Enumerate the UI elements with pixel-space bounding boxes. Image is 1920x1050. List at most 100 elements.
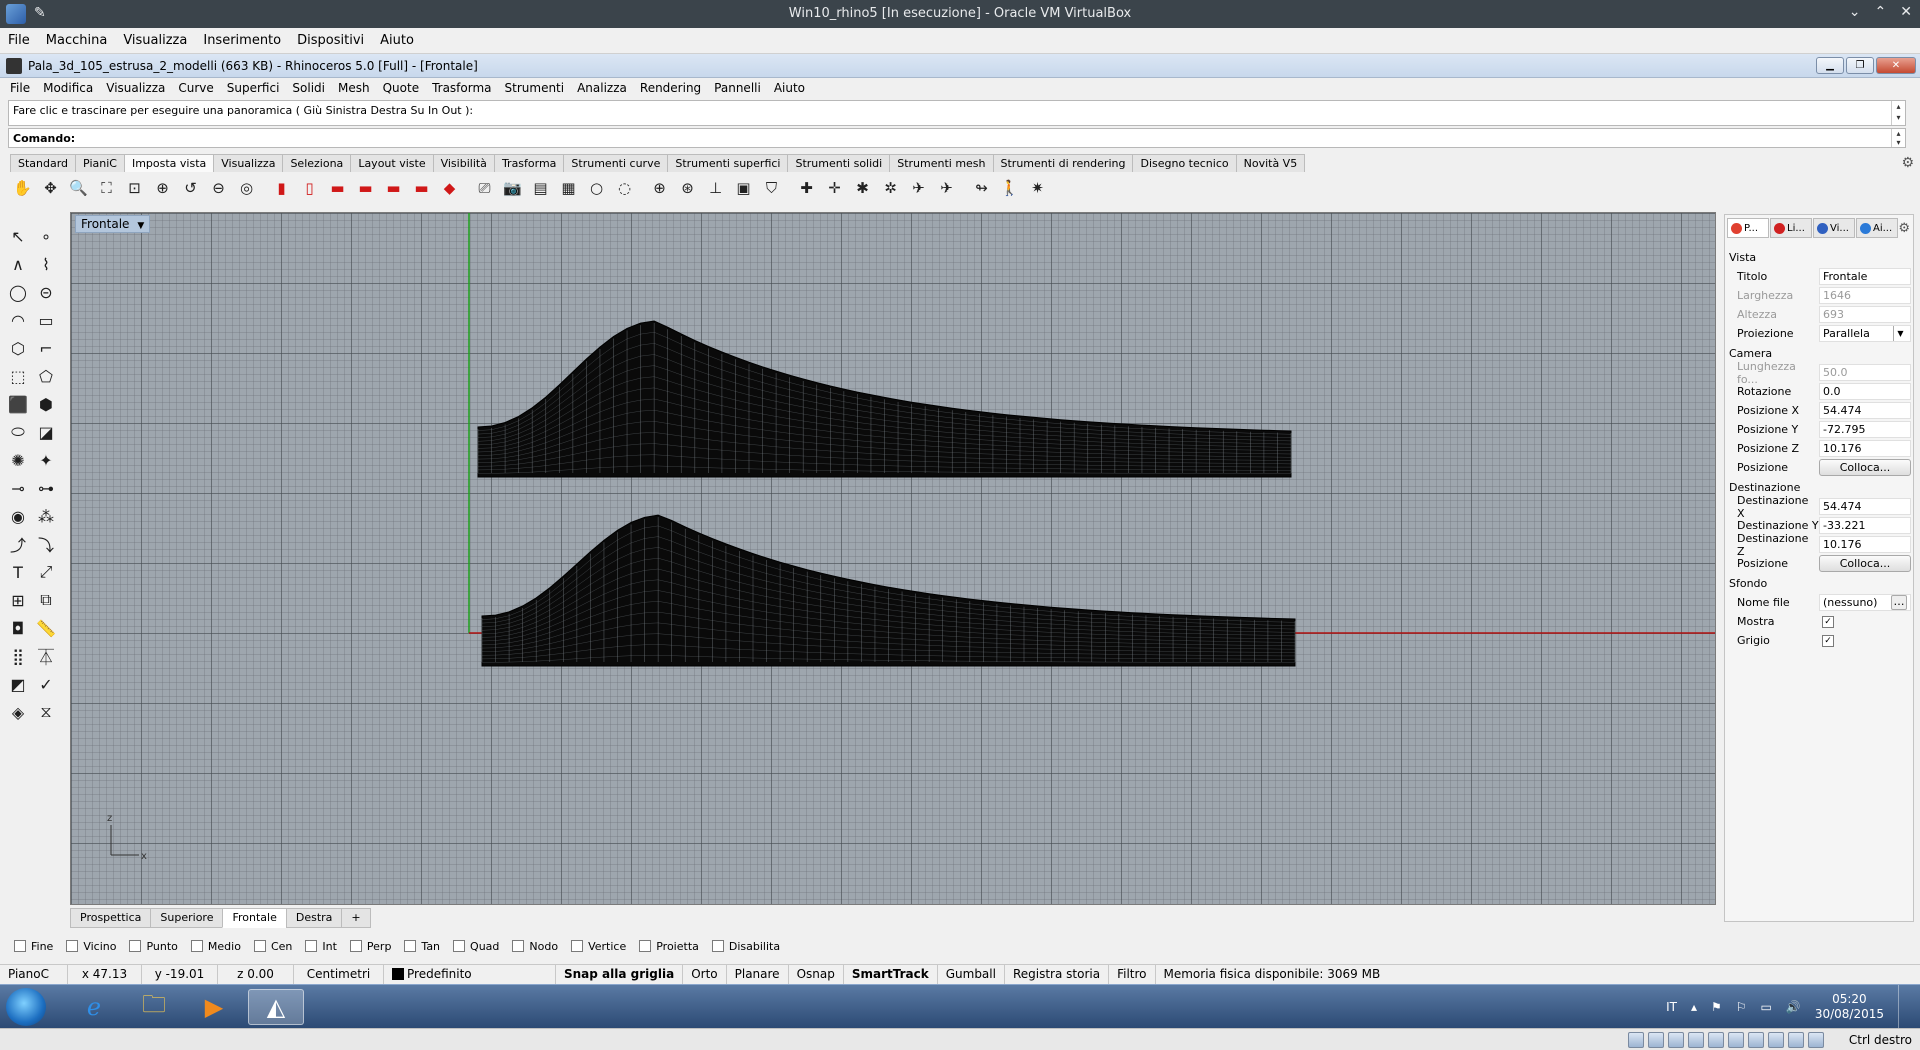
osnap-int[interactable]: Int: [305, 940, 337, 953]
osnap-checkbox-nodo[interactable]: [512, 940, 525, 952]
language-indicator[interactable]: IT: [1666, 1000, 1677, 1014]
status-toggle-smarttrack[interactable]: SmartTrack: [844, 965, 938, 985]
tab-strumenti-curve[interactable]: Strumenti curve: [563, 154, 669, 172]
command-input[interactable]: Comando: ▴ ▾: [8, 128, 1906, 148]
view-left-icon[interactable]: ▬: [325, 176, 350, 201]
solid-tools-icon[interactable]: ◘: [4, 614, 32, 642]
viewport-tab-frontale[interactable]: Frontale: [222, 908, 287, 928]
array-icon[interactable]: ⊞: [4, 586, 32, 614]
surface-edit-icon[interactable]: ◪: [32, 418, 60, 446]
viewport-menu-arrow-icon[interactable]: ▼: [137, 221, 144, 231]
prop-button-posizione[interactable]: Colloca...: [1819, 459, 1911, 476]
prop-value-posizione-z[interactable]: 10.176: [1819, 440, 1911, 457]
rhino-menu-rendering[interactable]: Rendering: [640, 81, 701, 95]
volume-icon[interactable]: 🔊: [1786, 1000, 1801, 1014]
rhino-menu-pannelli[interactable]: Pannelli: [714, 81, 761, 95]
prop-combo-proiezione[interactable]: Parallela ▼: [1819, 325, 1911, 342]
show-desktop-button[interactable]: [1898, 985, 1910, 1029]
rhino-menu-curve[interactable]: Curve: [178, 81, 213, 95]
help-tab[interactable]: Ai...: [1856, 218, 1898, 238]
prop-value-rotazione[interactable]: 0.0: [1819, 383, 1911, 400]
media-player-icon[interactable]: ▶: [186, 989, 242, 1025]
analyze-icon[interactable]: ◩: [4, 670, 32, 698]
cplane-rotate-icon[interactable]: ✱: [850, 176, 875, 201]
edit-points-icon[interactable]: ⤵: [32, 530, 60, 558]
checkbox-grigio[interactable]: ✓: [1822, 634, 1834, 647]
vb-shared-folder-icon[interactable]: [1728, 1032, 1744, 1048]
explode-icon[interactable]: ✦: [32, 446, 60, 474]
dimension-icon[interactable]: ⤢: [32, 558, 60, 586]
view-perspective-icon[interactable]: ◆: [437, 176, 462, 201]
vb-audio-icon[interactable]: [1668, 1032, 1684, 1048]
target-icon[interactable]: ⊕: [647, 176, 672, 201]
curve-control-points-icon[interactable]: ⌇: [32, 250, 60, 278]
vb-cpu-icon[interactable]: [1788, 1032, 1804, 1048]
osnap-perp[interactable]: Perp: [349, 940, 391, 953]
zoom-selected-icon[interactable]: ⊕: [150, 176, 175, 201]
properties-tab[interactable]: P...: [1727, 218, 1769, 238]
display-icon[interactable]: ▭: [1761, 1000, 1772, 1014]
osnap-checkbox-cen[interactable]: [253, 940, 266, 952]
rhino-menu-file[interactable]: File: [10, 81, 30, 95]
view-back-icon[interactable]: ▬: [409, 176, 434, 201]
view-bottom-icon[interactable]: ▯: [297, 176, 322, 201]
split-icon[interactable]: ⊶: [32, 474, 60, 502]
viewport-title[interactable]: Frontale ▼: [75, 215, 151, 233]
rhino-taskbar-icon[interactable]: ◭: [248, 989, 304, 1025]
vb-menu-aiuto[interactable]: Aiuto: [380, 33, 414, 48]
vb-optical-icon[interactable]: [1648, 1032, 1664, 1048]
osnap-medio[interactable]: Medio: [190, 940, 241, 953]
rhino-minimize-button[interactable]: ▁: [1816, 57, 1844, 74]
tab-strumenti-solidi[interactable]: Strumenti solidi: [787, 154, 891, 172]
tab-standard[interactable]: Standard: [10, 154, 77, 172]
polyline-icon[interactable]: ∧: [4, 250, 32, 278]
osnap-nodo[interactable]: Nodo: [512, 940, 558, 953]
tab-visualizza[interactable]: Visualizza: [213, 154, 284, 172]
status-units[interactable]: Centimetri: [294, 965, 384, 985]
tab-strumenti-di-rendering[interactable]: Strumenti di rendering: [992, 154, 1134, 172]
tab-imposta-vista[interactable]: Imposta vista: [123, 154, 215, 172]
osnap-proietta[interactable]: Proietta: [639, 940, 699, 953]
view-right-icon[interactable]: ▬: [353, 176, 378, 201]
osnap-checkbox-medio[interactable]: [190, 940, 203, 952]
vb-menu-visualizza[interactable]: Visualizza: [123, 33, 187, 48]
osnap-vicino[interactable]: Vicino: [66, 940, 116, 953]
osnap-checkbox-vertice[interactable]: [571, 940, 584, 952]
named-view-icon[interactable]: ▤: [528, 176, 553, 201]
prop-value-posizione-y[interactable]: -72.795: [1819, 421, 1911, 438]
status-toggle-gumball[interactable]: Gumball: [938, 965, 1005, 985]
fillet-curve-icon[interactable]: ⌐: [32, 334, 60, 362]
tray-expand-icon[interactable]: ▴: [1691, 1000, 1697, 1014]
command-history-scrollbar[interactable]: ▴ ▾: [1891, 101, 1905, 125]
vb-menu-file[interactable]: File: [8, 33, 30, 48]
rhino-menu-quote[interactable]: Quote: [383, 81, 419, 95]
check-icon[interactable]: ✓: [32, 670, 60, 698]
prop-value-titolo[interactable]: Frontale: [1819, 268, 1911, 285]
osnap-fine[interactable]: Fine: [14, 940, 53, 953]
file-explorer-icon[interactable]: 🗀: [126, 989, 182, 1025]
action-center-icon[interactable]: ⚐: [1736, 1000, 1747, 1014]
zoom-dynamic-icon[interactable]: 🔍: [66, 176, 91, 201]
rhino-menu-aiuto[interactable]: Aiuto: [774, 81, 805, 95]
extrude-icon[interactable]: ⬭: [4, 418, 32, 446]
vb-hdd-icon[interactable]: [1628, 1032, 1644, 1048]
arc-icon[interactable]: ◠: [4, 306, 32, 334]
shield-view-icon[interactable]: ⛉: [759, 176, 784, 201]
render-icon[interactable]: ◈: [4, 698, 32, 726]
osnap-checkbox-vicino[interactable]: [66, 940, 79, 952]
vb-network-icon[interactable]: [1688, 1032, 1704, 1048]
vb-capture-icon[interactable]: [1768, 1032, 1784, 1048]
panel-gear-icon[interactable]: ⚙: [1898, 221, 1910, 236]
osnap-tan[interactable]: Tan: [404, 940, 440, 953]
tab-disegno-tecnico[interactable]: Disegno tecnico: [1132, 154, 1237, 172]
tab-strumenti-superfici[interactable]: Strumenti superfici: [667, 154, 789, 172]
zoom-window-icon[interactable]: ⊡: [122, 176, 147, 201]
osnap-checkbox-quad[interactable]: [453, 940, 466, 952]
rhino-menu-superfici[interactable]: Superfici: [227, 81, 280, 95]
group-icon[interactable]: ◉: [4, 502, 32, 530]
rhino-restore-button[interactable]: ❐: [1846, 57, 1874, 74]
rectangle-icon[interactable]: ▭: [32, 306, 60, 334]
osnap-punto[interactable]: Punto: [129, 940, 178, 953]
maximize-icon[interactable]: ⌃: [1875, 4, 1887, 20]
internet-explorer-icon[interactable]: ℯ: [66, 989, 122, 1025]
